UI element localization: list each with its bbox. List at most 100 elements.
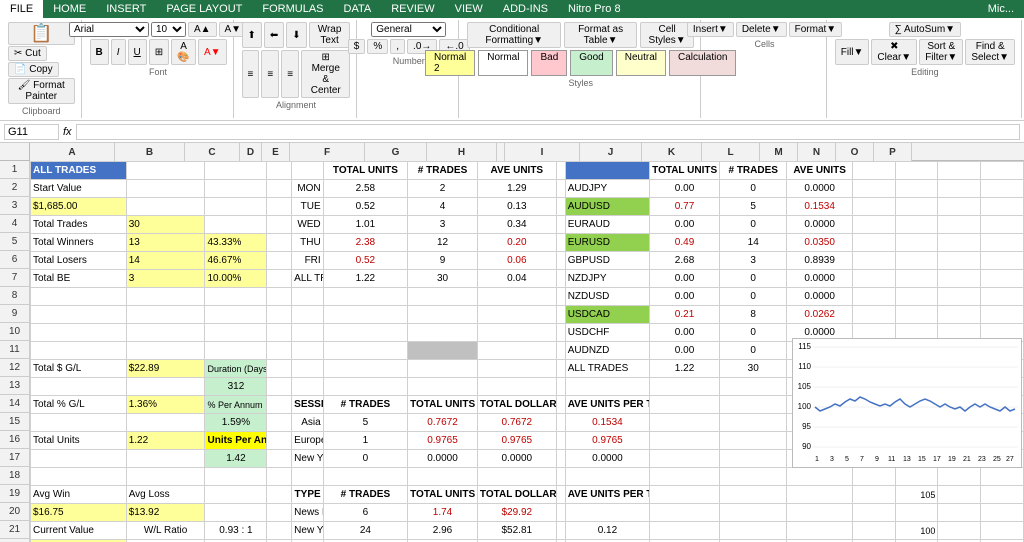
cell-j15[interactable] [650,414,720,432]
cell-h1[interactable]: AVE UNITS [477,162,556,180]
cell-k4[interactable]: 0 [719,216,787,234]
cell-e5[interactable]: THU [292,234,324,252]
cell-p19[interactable] [981,486,1024,504]
cell-k7[interactable]: 0 [719,270,787,288]
cell-k10[interactable]: 0 [719,324,787,342]
cell-d13[interactable] [267,378,292,396]
cell-j17[interactable] [650,450,720,468]
cell-n18[interactable] [895,468,938,486]
cell-k13[interactable] [719,378,787,396]
cell-f8[interactable] [323,288,407,306]
font-color-button[interactable]: A▼ [198,39,227,65]
normal2-style[interactable]: Normal 2 [425,50,475,76]
cell-p2[interactable] [981,180,1024,198]
cell-b17[interactable] [126,450,205,468]
cell-e3[interactable]: TUE [292,198,324,216]
cell-k6[interactable]: 3 [719,252,787,270]
paste-button[interactable]: 📋 [8,22,75,45]
cell-b10[interactable] [126,324,205,342]
cell-f19[interactable]: # TRADES [323,486,407,504]
formula-input[interactable] [76,124,1020,140]
cell-m5[interactable] [852,234,895,252]
cell-o21[interactable] [938,522,981,540]
cell-e13[interactable] [292,378,324,396]
cell-g19[interactable]: TOTAL UNITS [408,486,478,504]
cell-e15[interactable]: Asia [292,414,324,432]
cell-o6[interactable] [938,252,981,270]
cell-b3[interactable] [126,198,205,216]
cell-d2[interactable] [267,180,292,198]
conditional-formatting-button[interactable]: Conditional Formatting▼ [467,22,561,48]
cell-k14[interactable] [719,396,787,414]
cell-a19[interactable]: Avg Win [31,486,127,504]
format-painter-button[interactable]: 🖌 Format Painter [8,78,75,104]
cell-f3[interactable]: 0.52 [323,198,407,216]
cell-j18[interactable] [650,468,720,486]
cell-o5[interactable] [938,234,981,252]
cell-g1[interactable]: # TRADES [408,162,478,180]
cell-b7[interactable]: 3 [126,270,205,288]
cell-m9[interactable] [852,306,895,324]
cell-j4[interactable]: 0.00 [650,216,720,234]
cell-b8[interactable] [126,288,205,306]
cell-e7[interactable]: ALL TRADES [292,270,324,288]
cell-k15[interactable] [719,414,787,432]
cell-b18[interactable] [126,468,205,486]
fill-button[interactable]: Fill▼ [835,39,870,65]
cell-i20[interactable] [565,504,649,522]
cell-j21[interactable] [650,522,720,540]
cell-n2[interactable] [895,180,938,198]
cell-n20[interactable] [895,504,938,522]
cell-n19[interactable]: 105 [895,486,938,504]
cell-b21[interactable]: W/L Ratio [126,522,205,540]
cell-c4[interactable] [205,216,267,234]
cell-g15[interactable]: 0.7672 [408,414,478,432]
cell-j19[interactable] [650,486,720,504]
cell-g21[interactable]: 2.96 [408,522,478,540]
cell-f7[interactable]: 1.22 [323,270,407,288]
cell-d19[interactable] [267,486,292,504]
cell-c8[interactable] [205,288,267,306]
cell-b9[interactable] [126,306,205,324]
cell-e11[interactable] [292,342,324,360]
cell-e1[interactable] [292,162,324,180]
cell-e8[interactable] [292,288,324,306]
cell-b14[interactable]: 1.36% [126,396,205,414]
cell-d1[interactable] [267,162,292,180]
cell-e6[interactable]: FRI [292,252,324,270]
cell-h18[interactable] [477,468,556,486]
cell-i9[interactable]: USDCAD [565,306,649,324]
cell-d9[interactable] [267,306,292,324]
cell-c21[interactable]: 0.93 : 1 [205,522,267,540]
cell-d7[interactable] [267,270,292,288]
cell-c16[interactable]: Units Per Annum [205,432,267,450]
cell-f1[interactable]: TOTAL UNITS [323,162,407,180]
delete-button[interactable]: Delete▼ [736,22,787,37]
cell-f18[interactable] [323,468,407,486]
cell-a18[interactable] [31,468,127,486]
cell-i15[interactable]: 0.1534 [565,414,649,432]
cell-e2[interactable]: MON [292,180,324,198]
cell-p3[interactable] [981,198,1024,216]
cell-m21[interactable] [852,522,895,540]
cell-h5[interactable]: 0.20 [477,234,556,252]
cell-h16[interactable]: 0.9765 [477,432,556,450]
cell-p1[interactable] [981,162,1024,180]
cell-l18[interactable] [787,468,852,486]
cell-l20[interactable] [787,504,852,522]
cell-b1[interactable] [126,162,205,180]
cell-a2[interactable]: Start Value [31,180,127,198]
cell-k5[interactable]: 14 [719,234,787,252]
align-bot-button[interactable]: ⬇ [286,22,306,48]
cell-l3[interactable]: 0.1534 [787,198,852,216]
cell-a4[interactable]: Total Trades [31,216,127,234]
tab-file[interactable]: FILE [0,0,43,18]
cell-f2[interactable]: 2.58 [323,180,407,198]
cell-j3[interactable]: 0.77 [650,198,720,216]
cell-f21[interactable]: 24 [323,522,407,540]
cell-e20[interactable]: News Robot [292,504,324,522]
cell-h13[interactable] [477,378,556,396]
cell-p8[interactable] [981,288,1024,306]
cell-d14[interactable] [267,396,292,414]
cell-g17[interactable]: 0.0000 [408,450,478,468]
